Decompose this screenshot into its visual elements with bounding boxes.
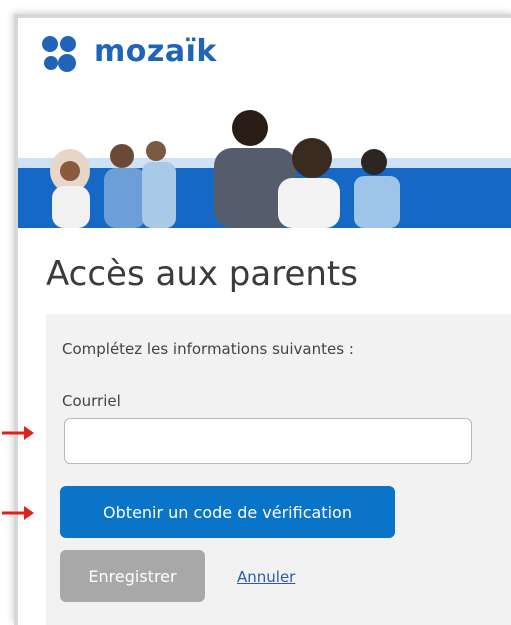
form-instructions: Complétez les informations suivantes : [62,340,354,358]
page-title: Accès aux parents [46,254,358,294]
mozaik-logo: mozaïk [40,32,217,72]
email-label: Courriel [62,392,121,410]
cancel-link[interactable]: Annuler [237,568,295,586]
parent-access-form: Complétez les informations suivantes : C… [46,314,511,625]
login-frame: mozaïk Accès aux parents Complétez les i… [14,14,511,625]
get-verification-code-button[interactable]: Obtenir un code de vérification [60,486,395,538]
save-button[interactable]: Enregistrer [60,550,205,602]
annotation-arrow-icon [2,506,34,520]
brand-name: mozaïk [94,34,217,69]
email-input[interactable] [64,418,472,464]
family-banner-image [18,110,511,228]
mozaik-logo-icon [40,32,80,72]
annotation-arrow-icon [2,426,34,440]
